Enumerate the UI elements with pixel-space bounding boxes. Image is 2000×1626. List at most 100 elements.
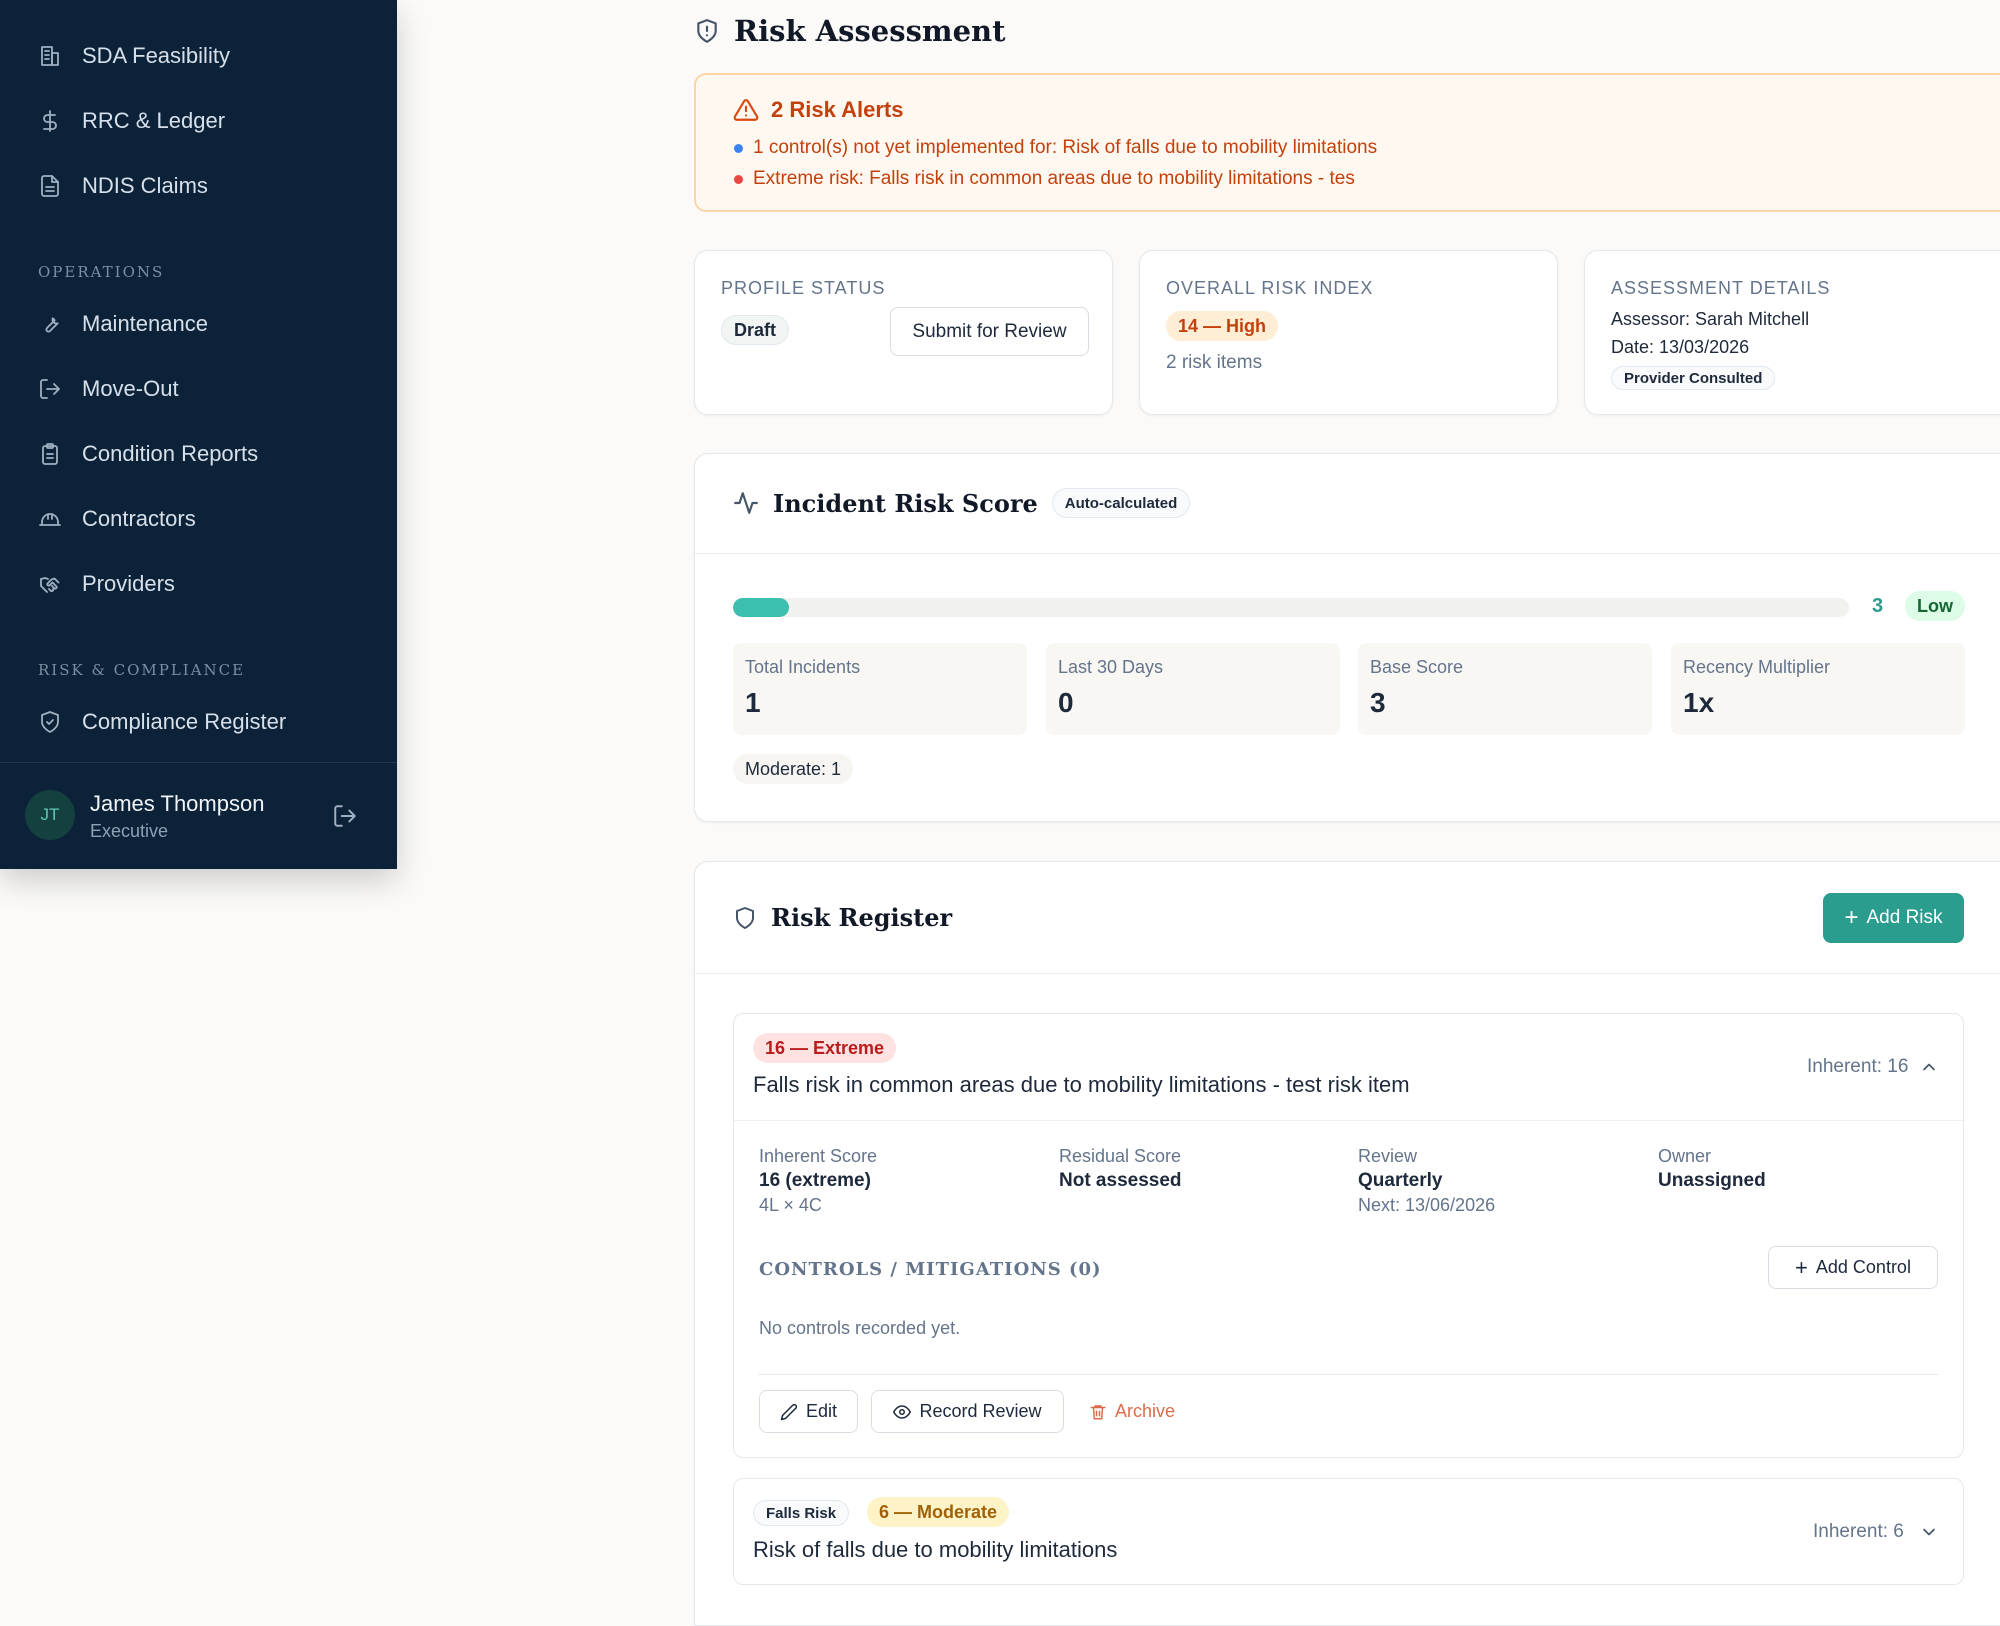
pencil-icon	[780, 1403, 798, 1420]
sidebar-item-label: Move-Out	[82, 376, 179, 401]
sidebar-item-move-out[interactable]: Move-Out	[38, 369, 179, 409]
risk-item-count: 2 risk items	[1166, 352, 1263, 373]
sidebar-item-label: Contractors	[82, 506, 196, 531]
sidebar-item-sda-feasibility[interactable]: SDA Feasibility	[38, 36, 230, 76]
sidebar-item-partial[interactable]	[38, 0, 62, 12]
sidebar-item-label: Condition Reports	[82, 441, 259, 466]
record-review-button[interactable]: Record Review	[871, 1390, 1064, 1433]
page-title: Risk Assessment	[734, 14, 1006, 48]
stat-label: Total Incidents	[745, 657, 861, 677]
sidebar-item-label: Compliance Register	[82, 709, 287, 734]
sidebar-item-rrc-ledger[interactable]: RRC & Ledger	[38, 101, 225, 141]
detail-label: Owner	[1658, 1146, 1712, 1166]
detail-owner: Owner Unassigned	[1658, 1146, 1766, 1192]
wrench-icon	[45, 317, 59, 333]
incident-progress-bar	[733, 598, 1849, 617]
chevron-down-icon[interactable]	[1919, 1522, 1939, 1542]
detail-value: Unassigned	[1658, 1170, 1766, 1191]
sidebar-item-compliance-register[interactable]: Compliance Register	[38, 702, 286, 742]
edit-button[interactable]: Edit	[759, 1390, 858, 1433]
handshake-icon	[40, 577, 60, 593]
card-label: ASSESSMENT DETAILS	[1611, 278, 1831, 298]
incident-title: Incident Risk Score	[773, 488, 1038, 518]
info-dot-icon	[734, 143, 743, 153]
sidebar-item-label: RRC & Ledger	[82, 108, 226, 133]
logout-icon	[334, 805, 356, 827]
building-icon	[41, 46, 59, 66]
section-heading-risk-compliance: RISK & COMPLIANCE	[38, 661, 246, 679]
sidebar-item-label: Providers	[82, 571, 175, 596]
risk-title: Falls risk in common areas due to mobili…	[753, 1072, 1410, 1097]
stat-label: Last 30 Days	[1058, 657, 1164, 677]
alert-text: 1 control(s) not yet implemented for: Ri…	[753, 137, 1378, 158]
avatar: JT	[25, 790, 75, 840]
detail-label: Inherent Score	[759, 1146, 878, 1166]
alert-item: 1 control(s) not yet implemented for: Ri…	[734, 137, 1377, 159]
detail-value: Quarterly	[1358, 1170, 1443, 1191]
warning-icon	[733, 99, 759, 121]
incident-level-badge: Low	[1905, 591, 1965, 621]
hardhat-icon	[39, 513, 61, 526]
user-profile: JT James Thompson Executive	[0, 762, 397, 869]
document-icon	[38, 0, 62, 12]
auto-calculated-badge: Auto-calculated	[1051, 488, 1191, 518]
alert-text: Extreme risk: Falls risk in common areas…	[753, 168, 1355, 189]
incident-score: 3	[1872, 595, 1884, 617]
assessment-details-card: ASSESSMENT DETAILS Assessor: Sarah Mitch…	[1584, 250, 2000, 415]
button-label: Archive	[1115, 1401, 1176, 1421]
stat-value: 0	[1058, 687, 1074, 718]
divider	[759, 1374, 1938, 1375]
no-controls-message: No controls recorded yet.	[759, 1318, 961, 1338]
risk-register-card: Risk Register + Add Risk 16 — Extreme Fa…	[694, 861, 2000, 1626]
user-name: James Thompson	[90, 791, 265, 816]
sidebar-item-maintenance[interactable]: Maintenance	[38, 304, 208, 344]
sidebar-item-condition-reports[interactable]: Condition Reports	[38, 434, 258, 474]
add-control-button[interactable]: + Add Control	[1768, 1246, 1938, 1289]
incident-progress-fill	[733, 598, 789, 617]
risk-item-header[interactable]: 16 — Extreme Falls risk in common areas …	[734, 1014, 1963, 1120]
button-label: Edit	[805, 1401, 838, 1421]
shield-check-icon	[41, 711, 59, 733]
stat-recency-multiplier: Recency Multiplier 1x	[1671, 643, 1965, 735]
detail-inherent: Inherent Score 16 (extreme) 4L × 4C	[759, 1146, 877, 1216]
stat-value: 3	[1370, 687, 1386, 718]
sidebar-item-label: NDIS Claims	[82, 173, 208, 198]
add-risk-button[interactable]: + Add Risk	[1823, 893, 1964, 943]
archive-button[interactable]: Archive	[1089, 1390, 1175, 1433]
alert-item: Extreme risk: Falls risk in common areas…	[734, 168, 1355, 190]
card-label: PROFILE STATUS	[721, 278, 886, 298]
inherent-score: Inherent: 6	[1813, 1521, 1904, 1542]
button-label: Add Risk	[1866, 907, 1943, 928]
profile-status-card: PROFILE STATUS Draft Submit for Review	[694, 250, 1113, 415]
detail-review: Review Quarterly Next: 13/06/2026	[1358, 1146, 1495, 1216]
risk-score-badge: 6 — Moderate	[867, 1497, 1010, 1527]
incident-risk-card: Incident Risk Score Auto-calculated 3 Lo…	[694, 453, 2000, 822]
risk-score-badge: 16 — Extreme	[753, 1033, 897, 1063]
divider	[695, 553, 2000, 554]
risk-index-card: OVERALL RISK INDEX 14 — High 2 risk item…	[1139, 250, 1558, 415]
risk-index-badge: 14 — High	[1166, 311, 1279, 341]
sidebar-item-contractors[interactable]: Contractors	[38, 499, 196, 539]
stat-value: 1	[745, 687, 761, 718]
sidebar-item-label: SDA Feasibility	[82, 43, 230, 68]
assessment-date: Date: 13/03/2026	[1611, 337, 1750, 357]
risk-title: Risk of falls due to mobility limitation…	[753, 1537, 1118, 1562]
sidebar-item-ndis-claims[interactable]: NDIS Claims	[38, 166, 208, 206]
risk-item-collapsed[interactable]: Falls Risk 6 — Moderate Risk of falls du…	[733, 1478, 1964, 1585]
user-role: Executive	[90, 821, 169, 841]
risk-item-expanded: 16 — Extreme Falls risk in common areas …	[733, 1013, 1964, 1458]
assessor: Assessor: Sarah Mitchell	[1611, 309, 1810, 329]
severity-breakdown-badge: Moderate: 1	[733, 754, 854, 784]
card-label: OVERALL RISK INDEX	[1166, 278, 1374, 298]
stat-last-30-days: Last 30 Days 0	[1046, 643, 1340, 735]
clipboard-icon	[42, 443, 58, 465]
stat-total-incidents: Total Incidents 1	[733, 643, 1027, 735]
activity-icon	[734, 492, 758, 514]
section-heading-operations: OPERATIONS	[38, 263, 165, 281]
sidebar-item-providers[interactable]: Providers	[38, 564, 175, 604]
plus-icon: +	[1795, 1254, 1808, 1280]
chevron-up-icon[interactable]	[1919, 1057, 1939, 1077]
error-dot-icon	[734, 174, 743, 184]
logout-button[interactable]	[332, 803, 358, 829]
submit-for-review-button[interactable]: Submit for Review	[890, 307, 1089, 356]
